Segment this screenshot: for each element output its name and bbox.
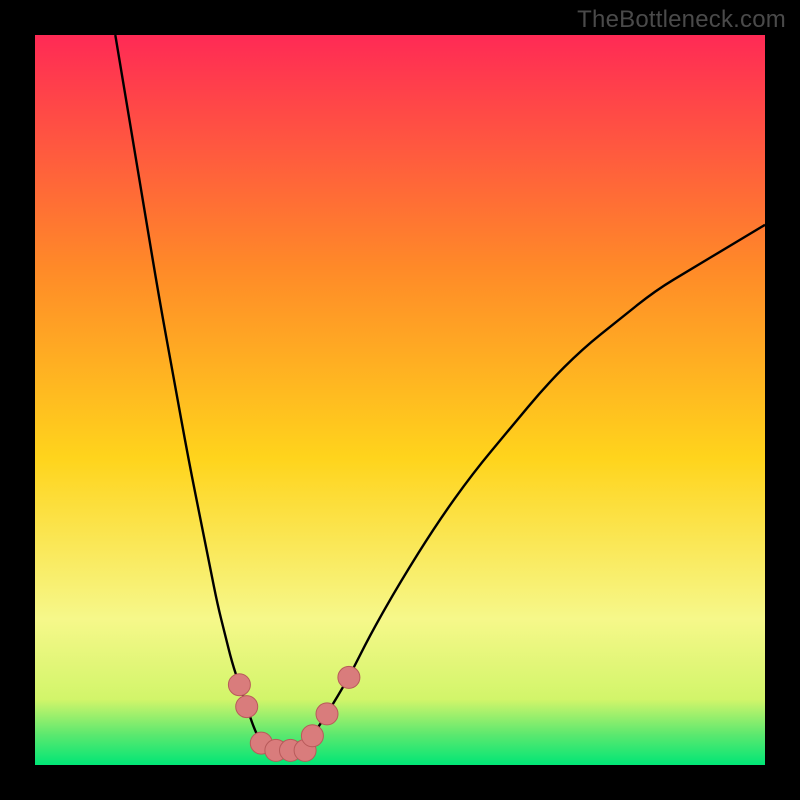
gradient-background [35,35,765,765]
left-upper-dot [228,674,250,696]
right-lower-dot [301,725,323,747]
plot-svg [35,35,765,765]
chart-frame: TheBottleneck.com [0,0,800,800]
left-lower-dot [236,696,258,718]
right-upper-dot [338,666,360,688]
plot-area [35,35,765,765]
right-mid-dot [316,703,338,725]
watermark-text: TheBottleneck.com [577,6,786,34]
